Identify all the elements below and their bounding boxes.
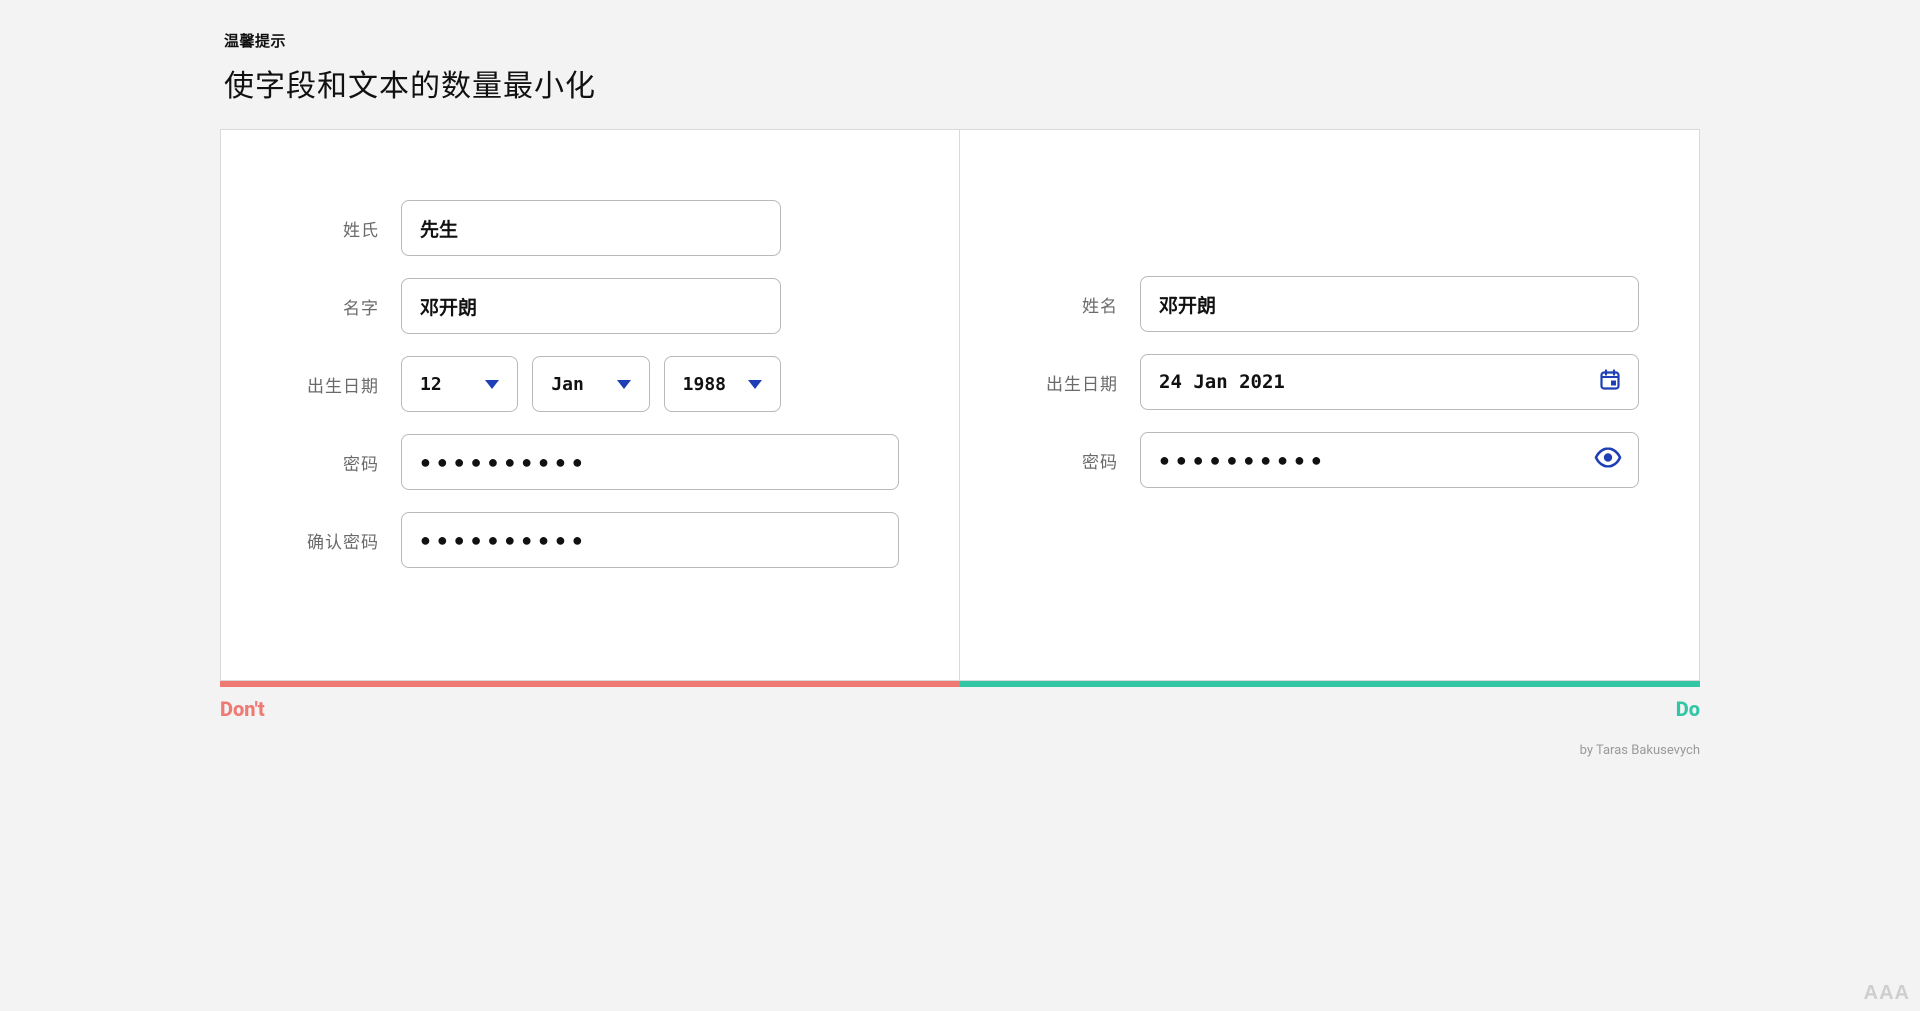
chevron-down-icon bbox=[617, 380, 631, 389]
surname-input[interactable]: 先生 bbox=[401, 200, 781, 256]
dont-panel: 姓氏 先生 名字 邓开朗 出生日期 bbox=[221, 130, 960, 680]
dont-bar bbox=[220, 681, 960, 687]
name-value: 邓开朗 bbox=[420, 293, 477, 320]
header-tag: 温馨提示 bbox=[224, 30, 1700, 51]
confirm-password-row: 确认密码 ●●●●●●●●●● bbox=[281, 512, 899, 568]
do-dob-label: 出生日期 bbox=[1020, 370, 1140, 395]
password-row: 密码 ●●●●●●●●●● bbox=[281, 434, 899, 490]
surname-label: 姓氏 bbox=[281, 216, 401, 241]
dont-label: Don't bbox=[220, 697, 265, 721]
dob-row: 出生日期 12 Jan 1988 bbox=[281, 356, 899, 412]
name-label: 名字 bbox=[281, 294, 401, 319]
result-labels: Don't Do bbox=[220, 697, 1700, 721]
eye-icon[interactable] bbox=[1594, 448, 1622, 473]
do-password-value: ●●●●●●●●●● bbox=[1159, 450, 1328, 471]
result-bars bbox=[220, 681, 1700, 687]
surname-value: 先生 bbox=[420, 215, 458, 242]
do-dob-input[interactable]: 24 Jan 2021 bbox=[1140, 354, 1639, 410]
chevron-down-icon bbox=[485, 380, 499, 389]
confirm-password-input[interactable]: ●●●●●●●●●● bbox=[401, 512, 899, 568]
dob-year-value: 1988 bbox=[683, 374, 726, 395]
password-value: ●●●●●●●●●● bbox=[420, 452, 589, 473]
do-label: Do bbox=[1676, 697, 1700, 721]
do-name-row: 姓名 邓开朗 bbox=[1020, 276, 1639, 332]
do-panel: 姓名 邓开朗 出生日期 24 Jan 2021 bbox=[960, 130, 1699, 680]
header-title: 使字段和文本的数量最小化 bbox=[224, 61, 1700, 105]
comparison-panels: 姓氏 先生 名字 邓开朗 出生日期 bbox=[220, 129, 1700, 681]
do-name-value: 邓开朗 bbox=[1159, 291, 1216, 318]
do-name-input[interactable]: 邓开朗 bbox=[1140, 276, 1639, 332]
do-password-row: 密码 ●●●●●●●●●● bbox=[1020, 432, 1639, 488]
credit-text: by Taras Bakusevych bbox=[220, 743, 1700, 758]
do-dob-row: 出生日期 24 Jan 2021 bbox=[1020, 354, 1639, 410]
do-name-label: 姓名 bbox=[1020, 292, 1140, 317]
calendar-icon[interactable] bbox=[1598, 368, 1622, 397]
dob-label: 出生日期 bbox=[281, 372, 401, 397]
do-password-input[interactable]: ●●●●●●●●●● bbox=[1140, 432, 1639, 488]
name-input[interactable]: 邓开朗 bbox=[401, 278, 781, 334]
dob-month-value: Jan bbox=[551, 374, 584, 395]
password-input[interactable]: ●●●●●●●●●● bbox=[401, 434, 899, 490]
password-label: 密码 bbox=[281, 450, 401, 475]
do-password-label: 密码 bbox=[1020, 448, 1140, 473]
surname-row: 姓氏 先生 bbox=[281, 200, 899, 256]
watermark: AAA bbox=[1864, 982, 1910, 1005]
do-bar bbox=[960, 681, 1700, 687]
page: 温馨提示 使字段和文本的数量最小化 姓氏 先生 名字 邓开朗 bbox=[200, 0, 1720, 778]
dob-month-select[interactable]: Jan bbox=[532, 356, 649, 412]
name-row: 名字 邓开朗 bbox=[281, 278, 899, 334]
confirm-password-label: 确认密码 bbox=[281, 528, 401, 553]
dob-day-select[interactable]: 12 bbox=[401, 356, 518, 412]
do-dob-value: 24 Jan 2021 bbox=[1159, 371, 1285, 393]
confirm-password-value: ●●●●●●●●●● bbox=[420, 530, 589, 551]
dob-day-value: 12 bbox=[420, 374, 442, 395]
chevron-down-icon bbox=[748, 380, 762, 389]
dob-year-select[interactable]: 1988 bbox=[664, 356, 781, 412]
